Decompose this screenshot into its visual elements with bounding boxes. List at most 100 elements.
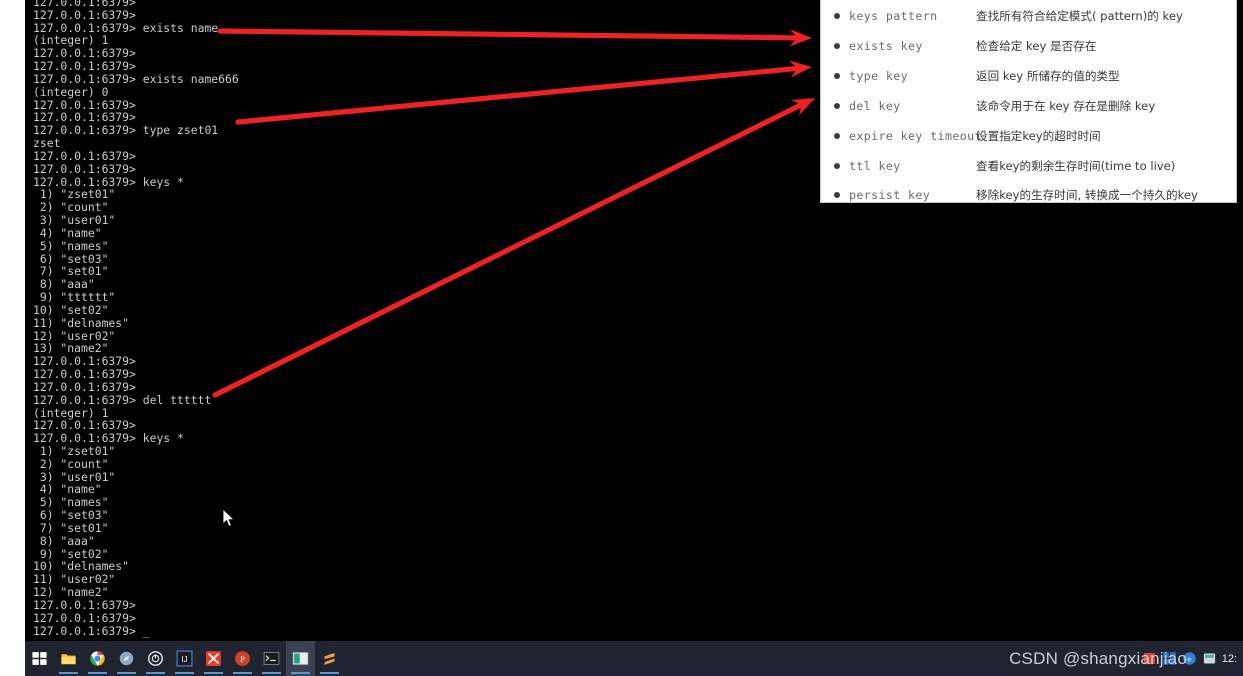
terminal-line: 127.0.0.1:6379> bbox=[33, 597, 136, 612]
terminal-line: 127.0.0.1:6379> bbox=[33, 97, 136, 112]
terminal-line: 6) "set03" bbox=[33, 508, 109, 523]
terminal-line: 10) "set02" bbox=[33, 302, 109, 317]
terminal-line: 2) "count" bbox=[33, 200, 109, 215]
terminal-line: 1) "zset01" bbox=[33, 187, 116, 202]
running-indicator bbox=[320, 672, 339, 674]
terminal-line: 4) "name" bbox=[33, 482, 102, 497]
terminal-line: 127.0.0.1:6379> bbox=[33, 0, 136, 9]
taskbar-item-start-button[interactable] bbox=[25, 641, 54, 676]
terminal-line: 127.0.0.1:6379> type zset01 bbox=[33, 123, 219, 138]
terminal-line: 9) "tttttt" bbox=[33, 290, 116, 305]
reference-command-text: expire key timeout bbox=[849, 129, 982, 143]
bullet-icon bbox=[834, 43, 840, 49]
terminal-line: 127.0.0.1:6379> del tttttt bbox=[33, 392, 212, 407]
terminal-line: 4) "name" bbox=[33, 225, 102, 240]
terminal-icon bbox=[263, 652, 280, 665]
running-indicator bbox=[233, 672, 252, 674]
system-tray[interactable]: e 12: bbox=[1142, 641, 1239, 676]
running-indicator bbox=[59, 672, 78, 674]
terminal-line: 7) "set01" bbox=[33, 264, 109, 279]
terminal-line: 3) "user01" bbox=[33, 469, 116, 484]
terminal-line: 127.0.0.1:6379> bbox=[33, 610, 136, 625]
reference-command-text: ttl key bbox=[849, 159, 901, 173]
taskbar-item-xmind[interactable] bbox=[199, 641, 228, 676]
terminal-line: 127.0.0.1:6379> bbox=[33, 367, 136, 382]
reference-command-text: keys pattern bbox=[849, 9, 938, 23]
reference-row-type: type key 返回 key 所储存的值的类型 bbox=[821, 61, 1236, 91]
reference-command-text: persist key bbox=[849, 188, 931, 202]
taskbar-item-intellij-idea[interactable]: IJ bbox=[170, 641, 199, 676]
terminal-line: zset bbox=[33, 136, 61, 151]
terminal-line: 12) "name2" bbox=[33, 585, 109, 600]
running-indicator bbox=[291, 672, 310, 674]
taskbar-item-google-chrome[interactable] bbox=[83, 641, 112, 676]
running-indicator bbox=[175, 672, 194, 674]
blue-grid-icon[interactable] bbox=[1162, 651, 1177, 666]
taskbar-item-sublime-text[interactable] bbox=[315, 641, 344, 676]
reference-description-text: 设置指定key的超时时间 bbox=[976, 129, 1101, 143]
running-indicator bbox=[117, 672, 136, 674]
reference-row-exists: exists key 检查给定 key 是否存在 bbox=[821, 31, 1236, 61]
svg-text:e: e bbox=[1187, 655, 1191, 664]
windows-icon bbox=[32, 652, 47, 665]
taskbar-item-command-prompt[interactable] bbox=[257, 641, 286, 676]
terminal-line: 3) "user01" bbox=[33, 213, 116, 228]
running-indicator bbox=[146, 672, 165, 674]
taskbar-clock[interactable]: 12: bbox=[1222, 653, 1239, 665]
compass-icon bbox=[119, 651, 134, 666]
red-app-icon[interactable] bbox=[1142, 651, 1157, 666]
reference-command-text: del key bbox=[849, 99, 901, 113]
terminal-line: 127.0.0.1:6379> bbox=[33, 161, 136, 176]
terminal-line: 11) "user02" bbox=[33, 572, 116, 587]
terminal-output[interactable]: 127.0.0.1:6379> 127.0.0.1:6379> 127.0.0.1:… bbox=[33, 0, 833, 637]
reference-row-ttl: ttl key 查看key的剩余生存时间(time to live) bbox=[821, 151, 1236, 181]
terminal-line: 5) "names" bbox=[33, 238, 109, 253]
screen-root: 127.0.0.1:6379> 127.0.0.1:6379> 127.0.0.1:… bbox=[0, 0, 1243, 676]
terminal-line: 13) "name2" bbox=[33, 341, 109, 356]
running-indicator bbox=[204, 672, 223, 674]
terminal-line: 6) "set03" bbox=[33, 251, 109, 266]
terminal-line: 127.0.0.1:6379> keys * bbox=[33, 431, 184, 446]
terminal-line: 11) "delnames" bbox=[33, 315, 130, 330]
bullet-icon bbox=[834, 13, 840, 19]
xmind-icon bbox=[206, 651, 221, 666]
sublime-icon bbox=[324, 652, 335, 665]
taskbar-item-browser-app[interactable] bbox=[112, 641, 141, 676]
terminal-line: 8) "aaa" bbox=[33, 277, 95, 292]
terminal-line: 127.0.0.1:6379> bbox=[33, 46, 136, 61]
reference-description-text: 该命令用于在 key 存在是删除 key bbox=[976, 99, 1156, 113]
taskbar-icon-strip[interactable]: IJ P bbox=[25, 641, 344, 676]
reference-description-text: 移除key的生存时间, 转换成一个持久的key bbox=[976, 188, 1198, 202]
chrome-icon bbox=[90, 651, 105, 666]
reference-row-keys: keys pattern 查找所有符合给定模式( pattern)的 key bbox=[821, 1, 1236, 31]
reference-description-text: 查看key的剩余生存时间(time to live) bbox=[976, 159, 1176, 173]
terminal-line: 127.0.0.1:6379> exists name bbox=[33, 20, 219, 35]
taskbar-item-redis-terminal[interactable] bbox=[286, 641, 315, 676]
blue-circle-icon[interactable]: e bbox=[1182, 651, 1197, 666]
terminal-line: 127.0.0.1:6379> bbox=[33, 148, 136, 163]
terminal-line: 7) "set01" bbox=[33, 520, 109, 535]
running-indicator bbox=[262, 672, 281, 674]
reference-description-text: 返回 key 所储存的值的类型 bbox=[976, 69, 1120, 83]
terminal-line: 127.0.0.1:6379> _ bbox=[33, 623, 150, 638]
terminal-line: 127.0.0.1:6379> bbox=[33, 379, 136, 394]
windows-taskbar[interactable]: IJ P e 12: bbox=[25, 641, 1243, 676]
reference-row-persist: persist key 移除key的生存时间, 转换成一个持久的key bbox=[821, 180, 1236, 202]
terminal-line: 2) "count" bbox=[33, 456, 109, 471]
terminal-line: 9) "set02" bbox=[33, 546, 109, 561]
taskbar-item-file-explorer[interactable] bbox=[54, 641, 83, 676]
teal-app-icon[interactable] bbox=[1202, 651, 1217, 666]
intellij-icon: IJ bbox=[176, 650, 193, 667]
taskbar-item-powerpoint[interactable]: P bbox=[228, 641, 257, 676]
reference-description-text: 检查给定 key 是否存在 bbox=[976, 39, 1097, 53]
circle-icon bbox=[148, 651, 163, 666]
terminal-line: (integer) 0 bbox=[33, 84, 109, 99]
window-icon bbox=[292, 652, 309, 665]
taskbar-item-disc-app[interactable] bbox=[141, 641, 170, 676]
bullet-icon bbox=[834, 192, 840, 198]
terminal-line: 127.0.0.1:6379> exists name666 bbox=[33, 71, 239, 86]
reference-command-text: type key bbox=[849, 69, 909, 83]
redis-key-commands-reference-card: keys pattern 查找所有符合给定模式( pattern)的 key exi… bbox=[820, 0, 1237, 203]
svg-text:P: P bbox=[240, 654, 245, 664]
bullet-icon bbox=[834, 133, 840, 139]
